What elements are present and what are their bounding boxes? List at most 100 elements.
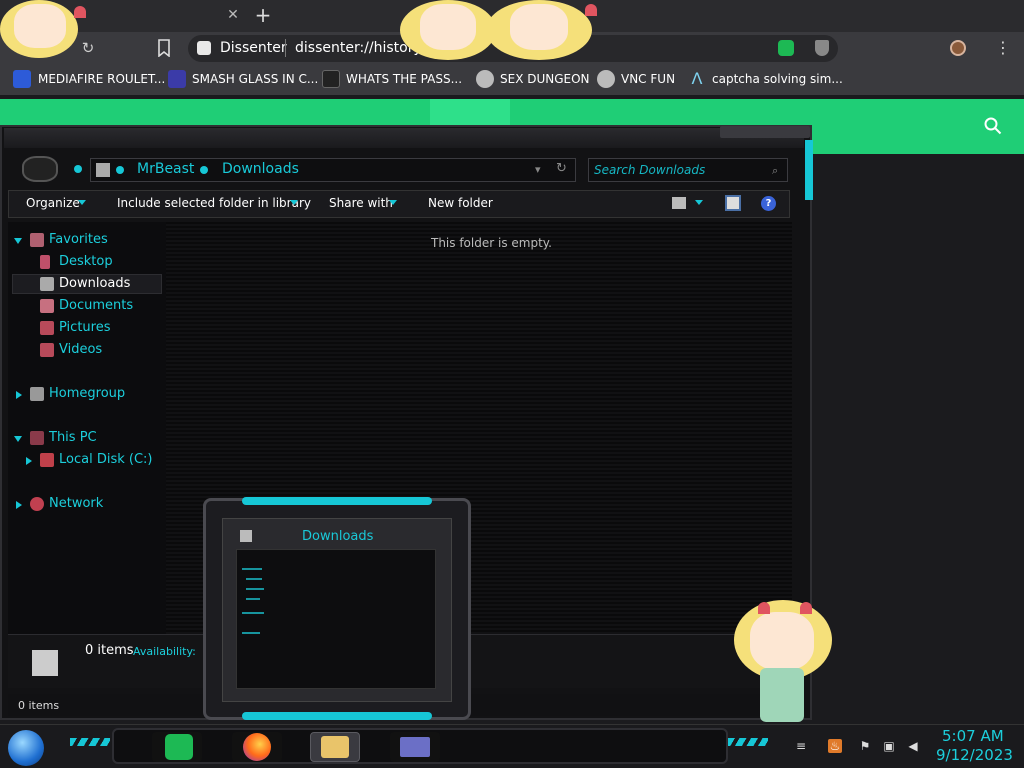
pictures-icon <box>40 321 54 335</box>
computer-icon <box>30 431 44 445</box>
search-icon[interactable] <box>984 117 1002 135</box>
chevron-down-icon[interactable] <box>389 200 397 205</box>
shield-icon[interactable] <box>815 40 829 56</box>
reload-icon[interactable]: ↻ <box>78 38 98 58</box>
search-icon[interactable]: ⌕ <box>772 164 778 178</box>
bookmark-vnc-fun[interactable]: VNC FUN <box>621 72 675 88</box>
nav-pictures[interactable]: Pictures <box>59 320 110 335</box>
chevron-logo-icon <box>168 70 186 88</box>
nav-desktop[interactable]: Desktop <box>59 254 113 269</box>
bookmark-whats-the-pass[interactable]: WHATS THE PASS... <box>346 72 462 88</box>
thumbnail-accent <box>242 497 432 505</box>
share-with-button[interactable]: Share with <box>329 196 393 210</box>
nav-local-disk[interactable]: Local Disk (C:) <box>59 452 152 467</box>
bookmark-captcha[interactable]: captcha solving sim... <box>712 72 843 88</box>
homegroup-icon <box>30 387 44 401</box>
cartoon-horn <box>74 6 86 18</box>
lambda-icon: Λ <box>691 69 703 88</box>
clock-date[interactable]: 9/12/2023 <box>936 746 1013 764</box>
organize-button[interactable]: Organize <box>26 196 80 210</box>
gear-icon <box>476 70 494 88</box>
bookmark-icon[interactable] <box>157 39 171 57</box>
search-placeholder[interactable]: Search Downloads <box>594 163 705 177</box>
nav-homegroup[interactable]: Homegroup <box>49 386 125 401</box>
window-controls[interactable] <box>720 126 810 138</box>
cartoon-horn <box>758 602 770 614</box>
profile-avatar[interactable] <box>950 40 966 56</box>
cartoon-face <box>750 612 814 670</box>
expand-arrow-icon[interactable] <box>16 391 22 399</box>
expand-arrow-icon[interactable] <box>26 457 32 465</box>
nav-network[interactable]: Network <box>49 496 103 511</box>
start-button[interactable] <box>8 730 44 766</box>
cartoon-horn <box>800 602 812 614</box>
folder-icon <box>240 530 252 542</box>
nav-downloads[interactable]: Downloads <box>59 276 130 291</box>
new-folder-button[interactable]: New folder <box>428 196 493 210</box>
help-icon[interactable]: ? <box>761 196 776 211</box>
cartoon-horn <box>585 4 597 16</box>
url-site-label: Dissenter <box>220 40 287 56</box>
flag-icon[interactable]: ⚑ <box>858 739 872 753</box>
url-separator <box>285 39 286 57</box>
breadcrumb-downloads[interactable]: Downloads <box>222 161 299 177</box>
frame-accent <box>805 140 813 200</box>
bookmark-sex-dungeon[interactable]: SEX DUNGEON <box>500 72 590 88</box>
nav-videos[interactable]: Videos <box>59 342 102 357</box>
volume-icon[interactable]: ◀ <box>906 739 920 753</box>
desktop-screen: ✕ + ↻ Dissenter dissenter://history ⋮ ME… <box>0 0 1024 768</box>
downloads-icon <box>40 277 54 291</box>
chevron-down-icon[interactable] <box>78 200 86 205</box>
thumbnail-title: Downloads <box>302 529 374 544</box>
cartoon-face <box>14 4 66 48</box>
empty-folder-message: This folder is empty. <box>431 236 552 250</box>
expand-arrow-icon[interactable] <box>16 501 22 509</box>
bookmark-mediafire[interactable]: MEDIAFIRE ROULET... <box>38 72 165 88</box>
clock-time[interactable]: 5:07 AM <box>942 727 1004 745</box>
include-in-library-button[interactable]: Include selected folder in library <box>117 196 311 210</box>
explorer-title-bar[interactable] <box>4 128 804 148</box>
thumbnail-accent <box>242 712 432 720</box>
expand-arrow-icon[interactable] <box>14 238 22 244</box>
preview-pane-icon[interactable] <box>725 195 741 211</box>
change-view-icon[interactable] <box>672 197 686 209</box>
thumbnail-detail <box>246 588 264 590</box>
menu-dots-icon[interactable]: ⋮ <box>995 38 1011 58</box>
thumbnail-detail <box>246 578 262 580</box>
chevron-down-icon[interactable] <box>695 200 703 205</box>
nav-this-pc[interactable]: This PC <box>49 430 97 445</box>
chat-extension-icon[interactable] <box>778 40 794 56</box>
url-text[interactable]: dissenter://history <box>295 40 422 56</box>
breadcrumb-mrbeast[interactable]: MrBeast <box>137 161 194 177</box>
history-dot[interactable] <box>74 165 82 173</box>
new-tab-button[interactable]: + <box>252 4 274 26</box>
back-forward-emblem[interactable] <box>22 156 58 182</box>
nav-favorites[interactable]: Favorites <box>49 232 108 247</box>
nav-documents[interactable]: Documents <box>59 298 133 313</box>
taskbar-ornament <box>70 738 110 746</box>
chevron-down-icon[interactable] <box>290 200 298 205</box>
thumbnail-image <box>236 549 436 689</box>
site-icon <box>197 41 211 55</box>
thumbnail-detail <box>242 612 264 614</box>
folder-icon <box>96 163 110 177</box>
show-hidden-icons[interactable]: ≡ <box>794 739 808 753</box>
breadcrumb-chevron-icon[interactable] <box>116 166 124 174</box>
bookmark-smash-glass[interactable]: SMASH GLASS IN C... <box>192 72 318 88</box>
java-icon[interactable]: ♨ <box>828 739 842 753</box>
expand-arrow-icon[interactable] <box>14 436 22 442</box>
breadcrumb-chevron-icon[interactable] <box>200 166 208 174</box>
folder-icon <box>32 650 58 676</box>
refresh-icon[interactable]: ↻ <box>556 161 567 176</box>
details-availability: Availability: <box>133 645 196 658</box>
status-item-count: 0 items <box>18 699 60 712</box>
tab-close-icon[interactable]: ✕ <box>224 6 242 24</box>
mediafire-icon <box>13 70 31 88</box>
firefox-icon <box>243 733 271 761</box>
address-dropdown-icon[interactable]: ▾ <box>535 163 541 176</box>
chat-app-icon <box>165 734 193 760</box>
gear-icon <box>597 70 615 88</box>
drive-icon <box>40 453 54 467</box>
favorites-icon <box>30 233 44 247</box>
network-status-icon[interactable]: ▣ <box>882 739 896 753</box>
